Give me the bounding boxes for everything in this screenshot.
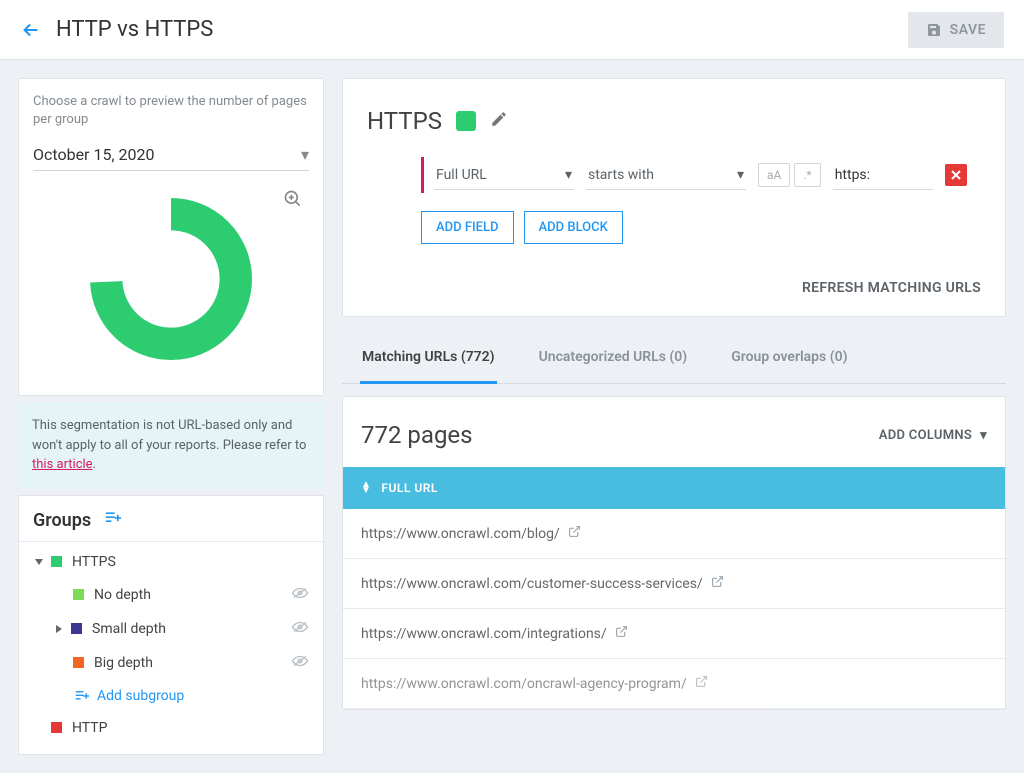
filter-marker (421, 157, 424, 193)
group-https[interactable]: HTTPS (19, 546, 323, 578)
info-article-link[interactable]: this article (32, 457, 93, 472)
save-icon (926, 22, 942, 38)
chevron-down-icon (737, 167, 744, 183)
external-link-icon[interactable] (568, 525, 581, 542)
subgroup-no-depth[interactable]: No depth (19, 578, 323, 612)
tab-group-overlaps[interactable]: Group overlaps (0) (729, 333, 849, 384)
segment-color-swatch (456, 111, 476, 131)
filter-field-value: Full URL (436, 167, 487, 183)
group-label: HTTP (72, 720, 309, 736)
zoom-icon[interactable] (283, 189, 303, 213)
filter-operator-select[interactable]: starts with (586, 161, 746, 190)
url-cell: https://www.oncrawl.com/blog/ (361, 526, 560, 542)
group-label: Small depth (92, 621, 291, 637)
crawl-preview-panel: Choose a crawl to preview the number of … (18, 78, 324, 396)
color-swatch (71, 623, 82, 634)
crawl-date-value: October 15, 2020 (33, 145, 155, 164)
filter-row: Full URL starts with aA .* (367, 157, 981, 193)
tab-uncategorized-urls[interactable]: Uncategorized URLs (0) (537, 333, 690, 384)
add-subgroup-label: Add subgroup (97, 688, 184, 704)
filter-value-input[interactable] (833, 161, 933, 190)
save-button[interactable]: SAVE (908, 12, 1004, 48)
crawl-hint: Choose a crawl to preview the number of … (33, 93, 309, 129)
add-field-button[interactable]: ADD FIELD (421, 211, 514, 244)
collapse-icon[interactable] (33, 557, 45, 567)
filter-operator-value: starts with (588, 167, 654, 183)
table-row[interactable]: https://www.oncrawl.com/oncrawl-agency-p… (343, 659, 1005, 709)
filter-field-select[interactable]: Full URL (434, 161, 574, 190)
tab-matching-urls[interactable]: Matching URLs (772) (360, 333, 497, 384)
donut-chart (81, 189, 261, 369)
back-arrow-icon[interactable] (20, 19, 42, 41)
case-sensitive-toggle[interactable]: aA (758, 163, 790, 187)
add-subgroup-button[interactable]: Add subgroup (19, 680, 323, 712)
color-swatch (73, 657, 84, 668)
url-cell: https://www.oncrawl.com/oncrawl-agency-p… (361, 676, 687, 692)
subgroup-small-depth[interactable]: Small depth (19, 612, 323, 646)
top-bar: HTTP vs HTTPS SAVE (0, 0, 1024, 60)
add-columns-label: ADD COLUMNS (879, 428, 972, 443)
add-group-icon[interactable] (103, 510, 123, 530)
regex-toggle[interactable]: .* (794, 163, 820, 187)
external-link-icon[interactable] (711, 575, 724, 592)
table-row[interactable]: https://www.oncrawl.com/blog/ (343, 509, 1005, 559)
external-link-icon[interactable] (615, 625, 628, 642)
segment-config-panel: HTTPS Full URL starts with aA . (342, 78, 1006, 317)
group-http[interactable]: HTTP (19, 712, 323, 744)
results-panel: 772 pages ADD COLUMNS ▲▼ FULL URL https:… (342, 396, 1006, 710)
close-icon (950, 169, 962, 181)
segment-title: HTTPS (367, 107, 442, 135)
edit-icon[interactable] (490, 110, 508, 132)
group-label: Big depth (94, 655, 291, 671)
external-link-icon[interactable] (695, 675, 708, 692)
url-cell: https://www.oncrawl.com/integrations/ (361, 626, 607, 642)
group-label: HTTPS (72, 554, 309, 570)
table-row[interactable]: https://www.oncrawl.com/integrations/ (343, 609, 1005, 659)
column-header-label: FULL URL (381, 481, 437, 495)
expand-icon[interactable] (53, 624, 65, 634)
chevron-down-icon (301, 145, 309, 164)
subgroup-big-depth[interactable]: Big depth (19, 646, 323, 680)
visibility-off-icon[interactable] (291, 620, 309, 638)
groups-title: Groups (33, 510, 91, 531)
table-header[interactable]: ▲▼ FULL URL (343, 467, 1005, 509)
groups-panel: Groups HTTPS No depth (18, 495, 324, 755)
chevron-down-icon (565, 167, 572, 183)
group-label: No depth (94, 587, 291, 603)
chevron-down-icon (980, 428, 987, 443)
sort-icon[interactable]: ▲▼ (361, 482, 371, 494)
color-swatch (51, 722, 62, 733)
results-tabs: Matching URLs (772) Uncategorized URLs (… (342, 333, 1006, 384)
visibility-off-icon[interactable] (291, 586, 309, 604)
save-button-label: SAVE (950, 22, 986, 38)
crawl-date-select[interactable]: October 15, 2020 (33, 139, 309, 171)
color-swatch (73, 589, 84, 600)
refresh-urls-button[interactable]: REFRESH MATCHING URLS (802, 280, 981, 296)
info-box: This segmentation is not URL-based only … (18, 402, 324, 489)
remove-filter-button[interactable] (945, 164, 967, 186)
page-title: HTTP vs HTTPS (56, 17, 213, 42)
color-swatch (51, 556, 62, 567)
add-subgroup-icon (73, 689, 91, 703)
visibility-off-icon[interactable] (291, 654, 309, 672)
url-cell: https://www.oncrawl.com/customer-success… (361, 576, 703, 592)
table-row[interactable]: https://www.oncrawl.com/customer-success… (343, 559, 1005, 609)
add-columns-button[interactable]: ADD COLUMNS (879, 428, 987, 443)
results-count: 772 pages (361, 421, 473, 449)
add-block-button[interactable]: ADD BLOCK (524, 211, 623, 244)
